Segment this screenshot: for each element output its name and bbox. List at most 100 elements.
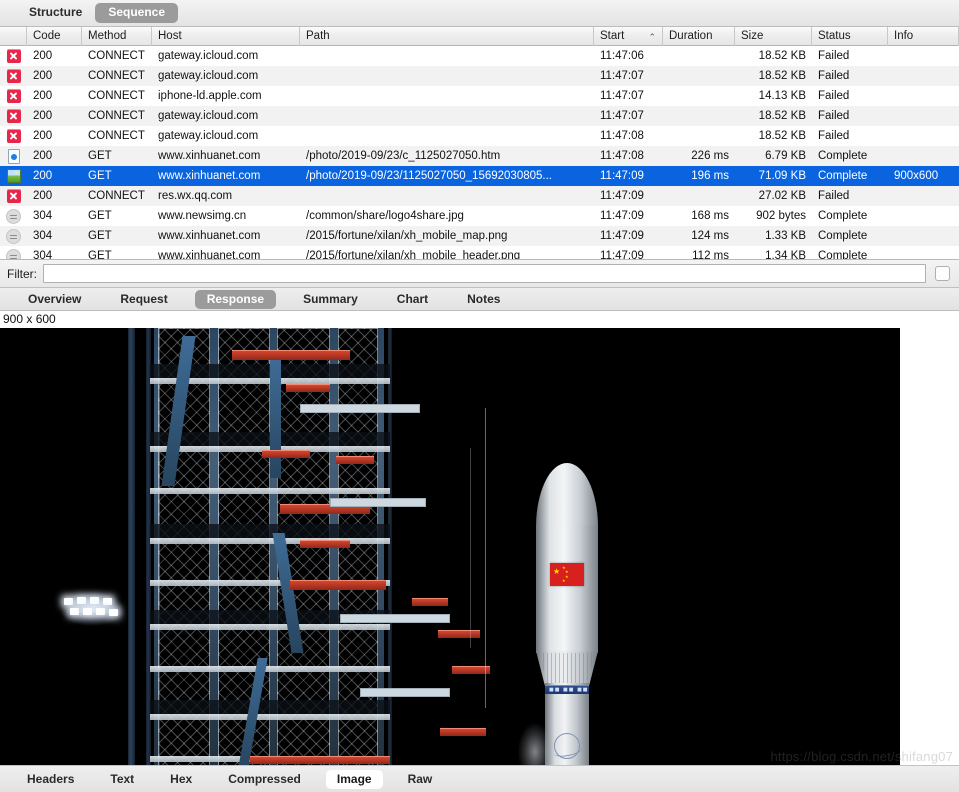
cell-info (888, 46, 959, 66)
cell-host: res.wx.qq.com (158, 190, 233, 202)
table-row[interactable]: 304 GET www.xinhuanet.com/2015/fortune/xil… (0, 226, 959, 246)
tab-response[interactable]: Response (194, 289, 277, 309)
cell-code: 304 (33, 210, 53, 222)
failed-icon (0, 106, 27, 126)
crane-arm (250, 756, 390, 764)
cell-code: 200 (33, 130, 53, 142)
flag-star-small: ★ (565, 569, 569, 574)
crane-arm (286, 384, 330, 392)
cell-info (888, 106, 959, 126)
cell-info (888, 146, 959, 166)
failed-icon (0, 46, 27, 66)
btab-text[interactable]: Text (99, 770, 145, 789)
filter-input[interactable] (43, 264, 926, 283)
rocket: ★ ★ ★ ★ ★ ■■ ■■ ■■ (536, 463, 598, 765)
table-row[interactable]: 304 GET www.newsimg.cn/common/share/logo4s… (0, 206, 959, 226)
cell-code: 200 (33, 190, 53, 202)
cell-status: Failed (818, 50, 850, 62)
column-header-host[interactable]: Host (152, 27, 300, 46)
cell-duration: 124 ms (691, 230, 729, 242)
failed-icon (0, 186, 27, 206)
cell-path (300, 46, 594, 66)
cell-host: www.xinhuanet.com (158, 150, 261, 162)
btab-raw[interactable]: Raw (397, 770, 444, 789)
failed-icon (0, 66, 27, 86)
tab-notes[interactable]: Notes (455, 290, 512, 309)
cell-host: gateway.icloud.com (158, 70, 259, 82)
filter-settings-checkbox[interactable] (935, 266, 950, 281)
cell-size: 27.02 KB (758, 190, 806, 202)
cell-host: www.xinhuanet.com (158, 250, 261, 259)
view-mode-sequence[interactable]: Sequence (95, 3, 179, 23)
cell-path: /photo/2019-09/23/c_1125027050.htm (306, 150, 501, 162)
cell-host: www.xinhuanet.com (158, 230, 261, 242)
cell-start: 11:47:09 (600, 170, 644, 182)
swing-arm (360, 688, 450, 697)
cell-info (888, 246, 959, 259)
column-header-size[interactable]: Size (735, 27, 812, 46)
table-row[interactable]: 200 GET www.xinhuanet.com/photo/2019-09/23… (0, 146, 959, 166)
column-header-status[interactable]: Status (812, 27, 888, 46)
cell-size: 18.52 KB (758, 70, 806, 82)
view-mode-structure[interactable]: Structure (16, 3, 95, 23)
cell-path (300, 106, 594, 126)
crane-arm (232, 350, 350, 360)
table-row[interactable]: 304 GET www.xinhuanet.com/2015/fortune/xil… (0, 246, 959, 259)
table-row[interactable]: 200 CONNECT gateway.icloud.com 11:47:07 18.5… (0, 106, 959, 126)
rocket-livery-band: ■■ ■■ ■■ (545, 685, 589, 694)
cell-path: /2015/fortune/xilan/xh_mobile_map.png (306, 230, 508, 242)
cell-duration (663, 186, 735, 206)
flag-star-small: ★ (562, 578, 566, 583)
rocket-agency-logo (554, 733, 580, 759)
cell-method: CONNECT (88, 190, 145, 202)
btab-hex[interactable]: Hex (159, 770, 203, 789)
cell-status: Complete (818, 210, 868, 222)
cell-start: 11:47:09 (600, 250, 644, 259)
charles-proxy-window: Structure Sequence Code Method Host Path… (0, 0, 959, 792)
tab-overview[interactable]: Overview (16, 290, 93, 309)
cell-status: Complete (818, 230, 868, 242)
table-row[interactable]: 200 CONNECT res.wx.qq.com 11:47:09 27.02 KB F… (0, 186, 959, 206)
cable (485, 408, 486, 708)
column-header-start[interactable]: Start ⌃ (594, 27, 663, 46)
cell-info (888, 66, 959, 86)
cell-method: GET (88, 170, 112, 182)
cell-size: 1.33 KB (765, 230, 806, 242)
response-image-viewer[interactable]: ★ ★ ★ ★ ★ ■■ ■■ ■■ https://blog.csdn.net… (0, 328, 959, 765)
tab-request[interactable]: Request (108, 290, 179, 309)
left-mast (128, 328, 135, 765)
cell-start: 11:47:08 (600, 130, 644, 142)
cell-info (888, 206, 959, 226)
column-header-method[interactable]: Method (82, 27, 152, 46)
btab-headers[interactable]: Headers (16, 770, 85, 789)
cell-status: Complete (818, 150, 868, 162)
cell-code: 304 (33, 250, 53, 259)
table-row[interactable]: 200 GET www.xinhuanet.com/photo/2019-09/23… (0, 166, 959, 186)
crane-arm (262, 450, 310, 458)
tab-summary[interactable]: Summary (291, 290, 370, 309)
table-row[interactable]: 200 CONNECT gateway.icloud.com 11:47:07 18.5… (0, 66, 959, 86)
cell-status: Complete (818, 170, 868, 182)
cell-duration (663, 126, 735, 146)
rocket-upper-body (536, 525, 598, 653)
btab-compressed[interactable]: Compressed (217, 770, 312, 789)
notmodified-icon (0, 206, 27, 226)
table-row[interactable]: 200 CONNECT iphone-ld.apple.com 11:47:07 14.… (0, 86, 959, 106)
cable (470, 448, 471, 648)
column-header-path[interactable]: Path (300, 27, 594, 46)
cell-path: /common/share/logo4share.jpg (306, 210, 464, 222)
tab-chart[interactable]: Chart (385, 290, 440, 309)
column-header-duration[interactable]: Duration (663, 27, 735, 46)
column-header-code[interactable]: Code (27, 27, 82, 46)
table-row[interactable]: 200 CONNECT gateway.icloud.com 11:47:06 18.5… (0, 46, 959, 66)
table-row[interactable]: 200 CONNECT gateway.icloud.com 11:47:08 18.5… (0, 126, 959, 146)
column-header-icon[interactable] (0, 27, 27, 46)
cell-info (888, 126, 959, 146)
cell-info (888, 186, 959, 206)
column-header-info[interactable]: Info (888, 27, 959, 46)
cell-path (300, 126, 594, 146)
floodlight-glow (60, 592, 124, 626)
rocket-corrugation (539, 653, 595, 683)
cell-duration: 168 ms (691, 210, 729, 222)
btab-image[interactable]: Image (325, 769, 383, 789)
